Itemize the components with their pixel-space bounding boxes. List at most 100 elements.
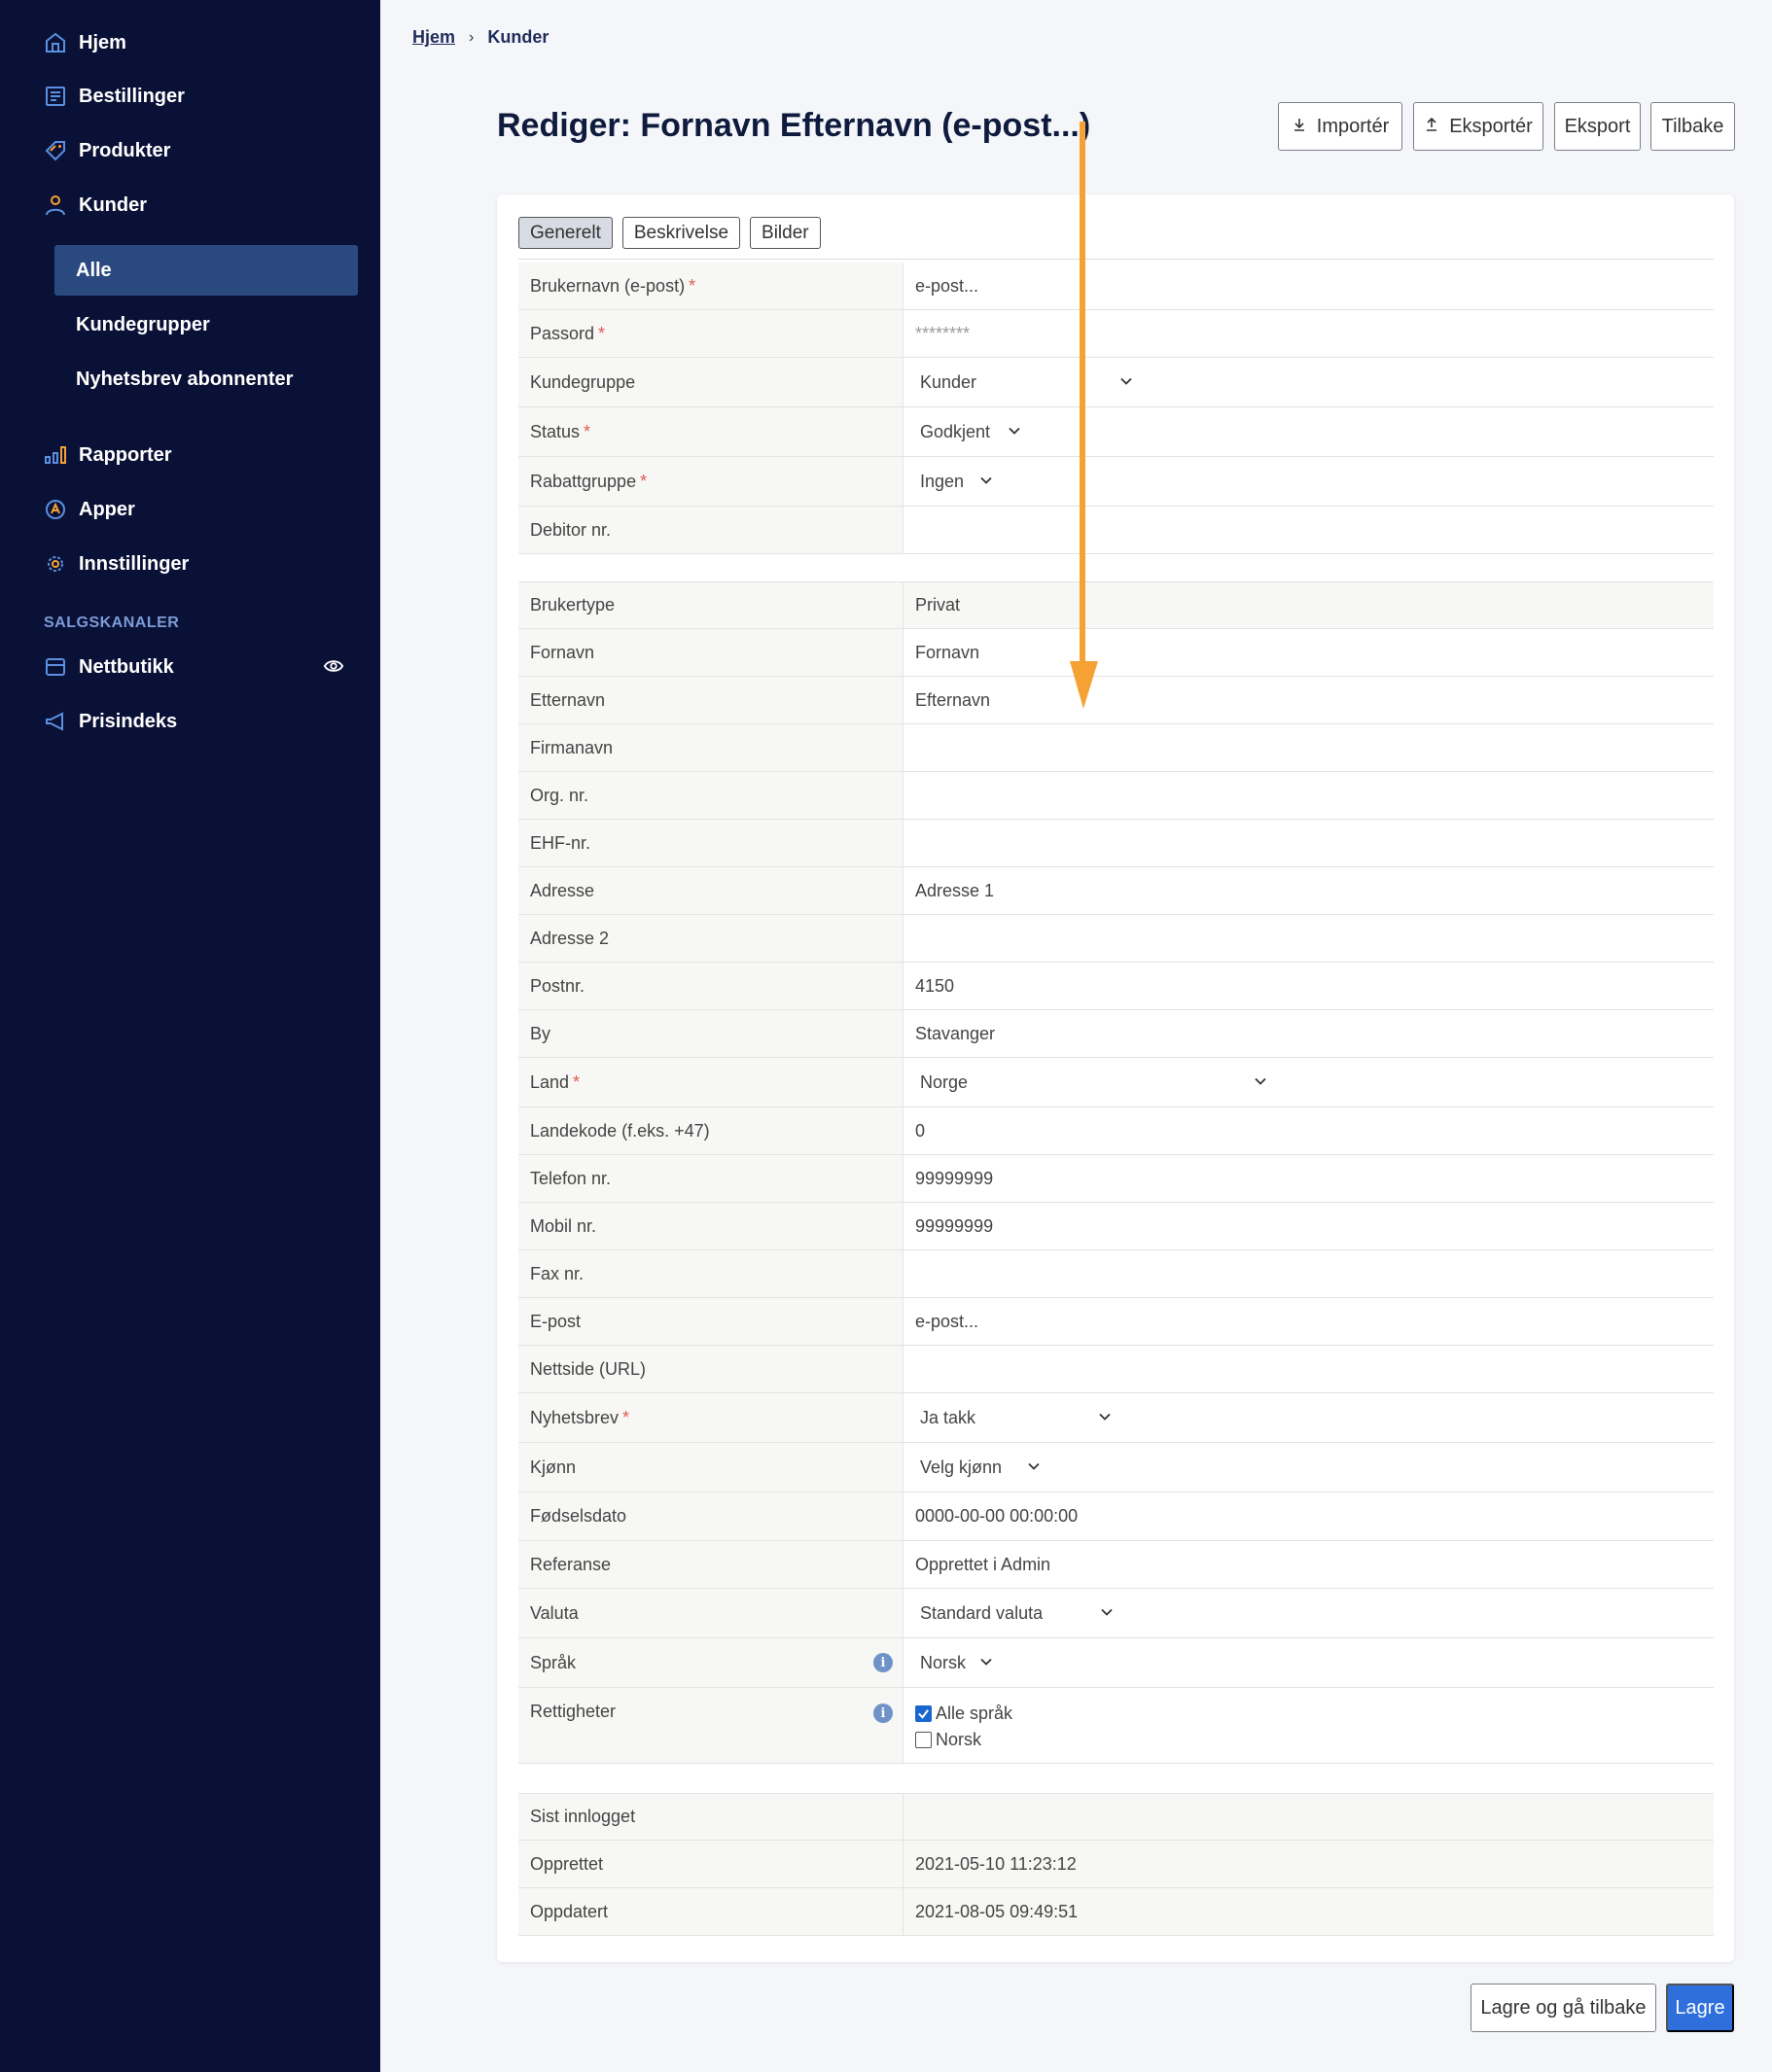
- field-label-text: Mobil nr.: [530, 1215, 597, 1236]
- sidebar-item-label: Apper: [79, 498, 135, 520]
- row-brukertype: Brukertype Privat: [518, 581, 1714, 629]
- fodselsdato-input[interactable]: 0000-00-00 00:00:00: [904, 1493, 1714, 1540]
- sidebar-subitem-kundegrupper[interactable]: Kundegrupper: [54, 299, 358, 350]
- valuta-select[interactable]: Standard valuta: [915, 1602, 1113, 1624]
- field-label: Sist innlogget: [518, 1794, 904, 1840]
- sidebar-item-label: Innstillinger: [79, 552, 190, 575]
- sidebar-subitem-label: Kundegrupper: [76, 313, 210, 335]
- brukernavn-input[interactable]: e-post...: [904, 263, 1714, 309]
- nettside-input[interactable]: [904, 1346, 1714, 1392]
- section-label-salgskanaler: SALGSKANALER: [44, 615, 180, 631]
- field-label-text: Brukertype: [530, 595, 616, 615]
- sidebar-subitem-alle[interactable]: Alle: [54, 245, 358, 296]
- postnr-input[interactable]: 4150: [904, 963, 1714, 1009]
- rabattgruppe-cell: Ingen: [904, 457, 1714, 506]
- back-button[interactable]: Tilbake: [1650, 102, 1735, 151]
- landekode-input[interactable]: 0: [904, 1107, 1714, 1154]
- sidebar-item-kunder[interactable]: Kunder: [44, 186, 147, 225]
- referanse-input[interactable]: Opprettet i Admin: [904, 1541, 1714, 1588]
- checkbox-checked-icon[interactable]: [915, 1705, 932, 1722]
- by-input[interactable]: Stavanger: [904, 1010, 1714, 1057]
- adresse-input[interactable]: Adresse 1: [904, 867, 1714, 914]
- field-label-text: Org. nr.: [530, 785, 589, 805]
- mobil-input[interactable]: 99999999: [904, 1203, 1714, 1249]
- orgnr-input[interactable]: [904, 772, 1714, 819]
- select-value: Norsk: [920, 1652, 967, 1672]
- sidebar-item-rapporter[interactable]: Rapporter: [44, 436, 172, 474]
- sidebar-item-hjem[interactable]: Hjem: [44, 23, 126, 62]
- brukertype-value: Privat: [904, 582, 1714, 628]
- firmanavn-input[interactable]: [904, 724, 1714, 771]
- sprak-select[interactable]: Norsk: [915, 1653, 993, 1673]
- field-label-text: Fornavn: [530, 642, 595, 662]
- checkbox-norsk[interactable]: Norsk: [915, 1730, 1012, 1750]
- field-label-text: Debitor nr.: [530, 519, 612, 540]
- required-marker: *: [622, 1407, 630, 1427]
- row-sprak: Språk i Norsk: [518, 1638, 1714, 1688]
- passord-input[interactable]: ********: [904, 310, 1714, 357]
- etternavn-input[interactable]: Efternavn: [904, 677, 1714, 723]
- megaphone-icon: [44, 710, 67, 733]
- select-value: Standard valuta: [920, 1602, 1044, 1623]
- tabs-divider: [518, 259, 1714, 260]
- chevron-down-icon: [1008, 422, 1021, 442]
- row-orgnr: Org. nr.: [518, 772, 1714, 820]
- ehf-input[interactable]: [904, 820, 1714, 866]
- eye-icon[interactable]: [323, 655, 344, 677]
- row-valuta: Valuta Standard valuta: [518, 1589, 1714, 1638]
- save-and-back-button[interactable]: Lagre og gå tilbake: [1471, 1984, 1656, 2032]
- field-label-text: Landekode (f.eks. +47): [530, 1120, 710, 1141]
- field-label-text: Telefon nr.: [530, 1168, 612, 1188]
- breadcrumb-home-link[interactable]: Hjem: [412, 27, 455, 48]
- adresse2-input[interactable]: [904, 915, 1714, 962]
- field-label: EHF-nr.: [518, 820, 904, 866]
- field-label: Postnr.: [518, 963, 904, 1009]
- sidebar-item-innstillinger[interactable]: Innstillinger: [44, 544, 189, 583]
- info-icon[interactable]: i: [873, 1703, 893, 1723]
- telefon-input[interactable]: 99999999: [904, 1155, 1714, 1202]
- sidebar-item-apper[interactable]: Apper: [44, 490, 135, 529]
- kundegruppe-cell: Kunder: [904, 358, 1714, 406]
- fornavn-input[interactable]: Fornavn: [904, 629, 1714, 676]
- required-marker: *: [598, 323, 606, 343]
- row-fornavn: Fornavn Fornavn: [518, 629, 1714, 677]
- kjonn-select[interactable]: Velg kjønn: [915, 1457, 1042, 1478]
- fax-input[interactable]: [904, 1250, 1714, 1297]
- row-by: By Stavanger: [518, 1010, 1714, 1058]
- sidebar-subitem-nyhetsbrev[interactable]: Nyhetsbrev abonnenter: [54, 354, 358, 404]
- required-marker: *: [584, 421, 591, 441]
- field-label-text: By: [530, 1023, 551, 1043]
- field-label: Land *: [518, 1058, 904, 1106]
- tab-bilder[interactable]: Bilder: [750, 217, 821, 249]
- sidebar-item-produkter[interactable]: Produkter: [44, 131, 170, 170]
- sidebar-item-nettbutikk[interactable]: Nettbutikk: [44, 648, 174, 686]
- checkbox-alle-sprak[interactable]: Alle språk: [915, 1703, 1012, 1724]
- sidebar-item-label: Hjem: [79, 31, 126, 53]
- epost-input[interactable]: e-post...: [904, 1298, 1714, 1345]
- import-button[interactable]: Importér: [1278, 102, 1402, 151]
- status-select[interactable]: Godkjent: [915, 422, 1022, 442]
- row-rettigheter: Rettigheter i Alle språk Norsk: [518, 1688, 1714, 1764]
- row-ehf: EHF-nr.: [518, 820, 1714, 867]
- rabattgruppe-select[interactable]: Ingen: [915, 472, 993, 492]
- apps-icon: [44, 498, 67, 521]
- export-button[interactable]: Eksportér: [1413, 102, 1543, 151]
- user-icon: [44, 193, 67, 217]
- chevron-down-icon: [979, 1653, 993, 1673]
- debitor-input[interactable]: [904, 507, 1714, 553]
- field-label: Valuta: [518, 1589, 904, 1637]
- sidebar-item-prisindeks[interactable]: Prisindeks: [44, 702, 177, 741]
- field-label-text: Adresse: [530, 880, 595, 900]
- tab-beskrivelse[interactable]: Beskrivelse: [621, 217, 741, 249]
- sidebar-item-bestillinger[interactable]: Bestillinger: [44, 77, 185, 116]
- tab-generelt[interactable]: Generelt: [518, 217, 613, 249]
- info-icon[interactable]: i: [873, 1653, 893, 1672]
- field-label: Opprettet: [518, 1841, 904, 1887]
- nyhetsbrev-select[interactable]: Ja takk: [915, 1408, 1111, 1428]
- save-button[interactable]: Lagre: [1666, 1984, 1734, 2032]
- land-select[interactable]: Norge: [915, 1072, 1266, 1093]
- checkbox-unchecked-icon[interactable]: [915, 1732, 932, 1748]
- export2-button[interactable]: Eksport: [1554, 102, 1641, 151]
- field-label: Firmanavn: [518, 724, 904, 771]
- row-telefon: Telefon nr. 99999999: [518, 1155, 1714, 1203]
